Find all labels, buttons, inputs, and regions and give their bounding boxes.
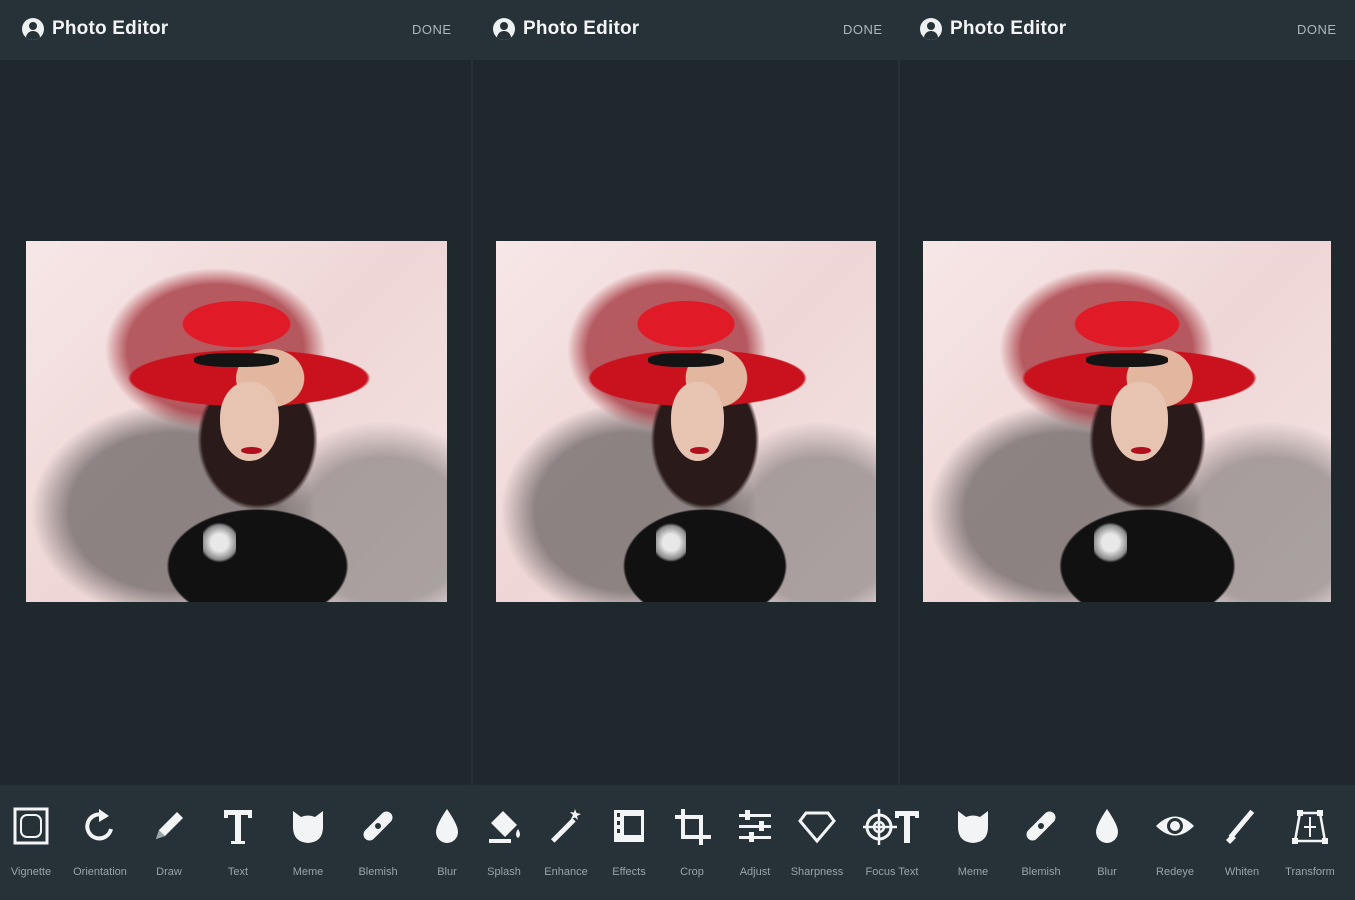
tool-redeye[interactable]: Redeye <box>1140 785 1210 900</box>
tool-label: Enhance <box>544 866 588 878</box>
tool-crop[interactable]: Crop <box>657 785 727 900</box>
tool-label: Vignette <box>10 866 52 878</box>
tool-adjust[interactable]: Adjust <box>720 785 790 900</box>
cat-face-icon <box>958 811 988 843</box>
film-icon <box>614 810 644 842</box>
done-button[interactable]: DONE <box>412 22 452 37</box>
drop-icon <box>436 809 458 843</box>
tool-label: Transform <box>1285 866 1335 878</box>
tool-blur[interactable]: Blur <box>1072 785 1142 900</box>
tool-blemish[interactable]: Blemish <box>343 785 413 900</box>
tool-label: Meme <box>957 866 989 878</box>
account-icon[interactable] <box>920 18 942 40</box>
app-title: Photo Editor <box>523 18 640 39</box>
app-screen: Photo Editor DONE Photo Editor DONE Phot… <box>0 0 1355 900</box>
tool-meme[interactable]: Meme <box>938 785 1008 900</box>
photo-detail <box>202 518 237 566</box>
editor-panel-3: Photo Editor DONE <box>900 0 1355 785</box>
bandage-icon <box>363 811 393 841</box>
tool-effects[interactable]: Effects <box>594 785 664 900</box>
pencil-icon <box>156 812 183 839</box>
done-button[interactable]: DONE <box>843 22 883 37</box>
diamond-icon <box>798 811 836 844</box>
photo-canvas[interactable] <box>923 241 1331 602</box>
app-title: Photo Editor <box>950 18 1067 39</box>
tool-label: Meme <box>292 866 324 878</box>
done-button[interactable]: DONE <box>1297 22 1337 37</box>
drop-icon <box>1096 809 1118 843</box>
sliders-icon <box>739 810 771 842</box>
tool-label: Blemish <box>1021 866 1061 878</box>
tool-text[interactable]: Text <box>203 785 273 900</box>
photo-detail <box>240 446 262 454</box>
photo-detail <box>1094 518 1127 566</box>
tool-transform[interactable]: Transform <box>1275 785 1345 900</box>
tool-vignette[interactable]: Vignette <box>0 785 66 900</box>
photo-canvas[interactable] <box>496 241 876 602</box>
tool-label: Blemish <box>358 866 398 878</box>
tool-label: Text <box>227 866 249 878</box>
tool-label: Orientation <box>73 866 127 878</box>
focus-text-icon <box>863 809 919 845</box>
account-icon[interactable] <box>493 18 515 40</box>
tool-label: Sharpness <box>790 866 844 878</box>
app-bar: Photo Editor DONE <box>900 0 1355 60</box>
vignette-icon <box>13 807 49 845</box>
app-bar: Photo Editor DONE <box>0 0 471 60</box>
tool-label: Blur <box>1097 866 1117 878</box>
tool-label: Effects <box>612 866 646 878</box>
tool-bar: Vignette Orientation Draw Text Meme Blem… <box>0 785 1355 900</box>
app-bar: Photo Editor DONE <box>473 0 898 60</box>
rotate-icon <box>85 809 113 841</box>
tool-sharpness[interactable]: Sharpness <box>782 785 852 900</box>
tool-label: Splash <box>487 866 521 878</box>
editor-panel-1: Photo Editor DONE <box>0 0 471 785</box>
tool-draw[interactable]: Draw <box>134 785 204 900</box>
tool-label: Focus Text <box>865 866 919 878</box>
photo-detail <box>1086 352 1168 368</box>
tool-label: Adjust <box>739 866 771 878</box>
paint-bucket-icon <box>489 811 520 843</box>
tool-meme[interactable]: Meme <box>273 785 343 900</box>
editor-panel-2: Photo Editor DONE <box>473 0 898 785</box>
tool-blemish[interactable]: Blemish <box>1006 785 1076 900</box>
magic-wand-icon <box>550 809 581 843</box>
tool-label: Whiten <box>1224 866 1260 878</box>
photo-detail <box>689 446 709 454</box>
photo-canvas[interactable] <box>26 241 447 602</box>
tool-focus-text[interactable]: Focus Text <box>857 785 927 900</box>
tool-label: Crop <box>680 866 704 878</box>
tool-label: Draw <box>156 866 182 878</box>
bandage-icon <box>1026 811 1056 841</box>
eye-icon <box>1156 816 1194 836</box>
brush-icon <box>1226 809 1255 844</box>
photo-detail <box>194 352 279 368</box>
crop-icon <box>675 809 711 845</box>
tool-splash[interactable]: Splash <box>469 785 539 900</box>
tool-orientation[interactable]: Orientation <box>65 785 135 900</box>
photo-detail <box>655 518 686 566</box>
cat-face-icon <box>293 811 323 843</box>
account-icon[interactable] <box>22 18 44 40</box>
tool-label: Redeye <box>1156 866 1194 878</box>
text-icon <box>224 810 252 844</box>
tool-enhance[interactable]: Enhance <box>531 785 601 900</box>
transform-icon <box>1292 810 1328 844</box>
photo-detail <box>648 352 724 368</box>
tool-whiten[interactable]: Whiten <box>1207 785 1277 900</box>
app-title: Photo Editor <box>52 18 169 39</box>
